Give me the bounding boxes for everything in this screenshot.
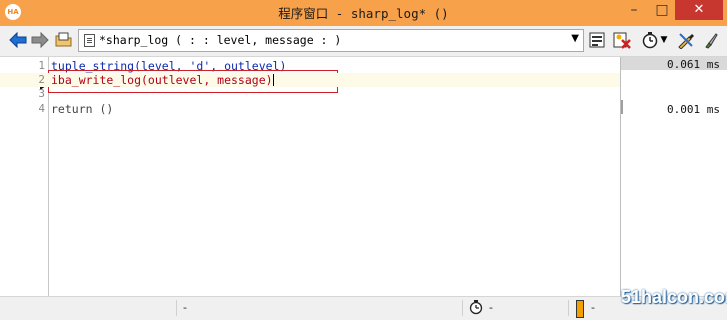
code-line[interactable]: 4 return () — [0, 102, 620, 116]
fill-marker-icon — [576, 300, 584, 318]
status-text: - — [183, 301, 187, 314]
code-text[interactable]: return () — [51, 102, 113, 116]
status-divider — [176, 300, 177, 316]
watermark: 51halcon.com — [621, 287, 727, 307]
status-divider — [462, 300, 463, 316]
timing-tick — [621, 100, 623, 114]
open-folder-icon[interactable] — [54, 30, 74, 50]
line-number: 1 — [38, 59, 45, 72]
forward-arrow-icon[interactable] — [30, 30, 50, 50]
maximize-button[interactable]: □ — [650, 0, 674, 20]
clear-breakpoint-icon[interactable] — [612, 30, 632, 50]
back-arrow-icon[interactable] — [8, 30, 28, 50]
program-icon[interactable] — [588, 30, 608, 50]
code-editor[interactable]: 1 tuple_string(level, 'd', outlevel) 2 i… — [0, 57, 620, 296]
profiler-column: 0.061 ms 0.001 ms — [620, 57, 727, 296]
line-number: 3 — [38, 87, 45, 100]
timing-value: 0.001 ms — [667, 103, 720, 116]
code-text[interactable]: iba_write_log(outlevel, message) — [51, 73, 274, 87]
text-cursor — [272, 74, 274, 86]
close-button[interactable]: ✕ — [675, 0, 723, 20]
timing-value: 0.061 ms — [667, 58, 720, 71]
title-bar: HA 程序窗口 - sharp_log* () – □ ✕ — [0, 0, 727, 26]
code-line-current[interactable]: 2 iba_write_log(outlevel, message) — [0, 73, 620, 87]
chevron-down-icon[interactable]: ▼ — [571, 33, 579, 44]
toolbar: *sharp_log ( : : level, message : ) ▼ ▼ — [0, 26, 727, 57]
procedure-selector[interactable]: *sharp_log ( : : level, message : ) ▼ — [78, 29, 584, 52]
line-number: 4 — [38, 102, 45, 115]
status-divider — [568, 300, 569, 316]
procedure-doc-icon — [84, 34, 95, 47]
window-title: 程序窗口 - sharp_log* () — [278, 6, 449, 21]
dropdown-icon[interactable]: ▼ — [658, 30, 670, 50]
status-bar: - - - — [0, 296, 727, 320]
pencil-ruler-icon[interactable] — [676, 30, 696, 50]
marker-status: - — [591, 301, 595, 314]
timer-status: - — [489, 301, 493, 314]
minimize-button[interactable]: – — [622, 0, 646, 20]
procedure-signature: *sharp_log ( : : level, message : ) — [99, 33, 342, 47]
stopwatch-icon[interactable] — [640, 30, 660, 50]
brush-icon[interactable] — [700, 30, 720, 50]
line-number: 2 — [38, 73, 45, 86]
code-line[interactable]: 3 — [0, 87, 620, 101]
stopwatch-icon — [469, 300, 483, 319]
